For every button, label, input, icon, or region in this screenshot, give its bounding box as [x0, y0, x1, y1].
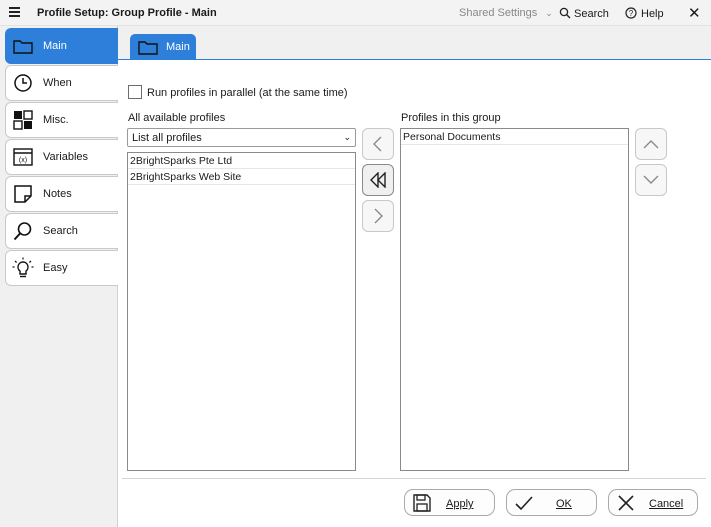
add-all-to-group-button[interactable] — [362, 164, 394, 196]
list-item[interactable]: 2BrightSparks Pte Ltd — [128, 153, 355, 169]
chevron-down-icon: ⌄ — [343, 132, 351, 142]
search-icon — [559, 7, 571, 19]
svg-text:(x): (x) — [19, 157, 27, 164]
sidebar-item-label: When — [43, 77, 72, 89]
sidebar-item-label: Variables — [43, 151, 89, 163]
apply-label: Apply — [446, 498, 474, 510]
folder-icon — [12, 35, 34, 57]
profile-filter-value: List all profiles — [132, 132, 202, 144]
sidebar: Main When Misc. (x) Variables Notes Sear… — [0, 26, 118, 527]
apply-button[interactable]: Apply — [404, 489, 495, 516]
cancel-x-icon — [618, 495, 634, 511]
footer-divider — [122, 478, 706, 479]
sidebar-item-label: Easy — [43, 262, 68, 274]
add-to-group-button[interactable] — [362, 128, 394, 160]
cancel-label: Cancel — [649, 498, 684, 510]
shared-settings-dropdown[interactable]: Shared Settings ⌄ — [459, 7, 553, 19]
chevron-down-icon: ⌄ — [545, 8, 553, 18]
sidebar-item-main[interactable]: Main — [5, 28, 118, 64]
note-icon — [12, 183, 34, 205]
close-button[interactable]: ✕ — [688, 4, 701, 22]
folder-icon — [137, 36, 159, 58]
close-icon: ✕ — [688, 5, 701, 22]
clock-icon — [12, 72, 34, 94]
chevron-left-icon — [373, 136, 382, 152]
sidebar-item-label: Search — [43, 225, 78, 237]
search-icon — [12, 220, 34, 242]
svg-text:?: ? — [629, 9, 634, 18]
parallel-checkbox-label[interactable]: Run profiles in parallel (at the same ti… — [147, 87, 348, 99]
chevron-up-icon — [643, 140, 659, 149]
tab-strip: Main — [118, 26, 711, 60]
variables-icon: (x) — [12, 146, 34, 168]
cancel-button[interactable]: Cancel — [608, 489, 698, 516]
list-item[interactable]: 2BrightSparks Web Site — [128, 169, 355, 185]
double-chevron-left-icon — [370, 172, 386, 188]
hamburger-menu-icon[interactable] — [9, 5, 27, 21]
save-disk-icon — [413, 494, 431, 512]
list-item[interactable]: Personal Documents — [401, 129, 628, 145]
move-down-button[interactable] — [635, 164, 667, 196]
sidebar-item-easy[interactable]: Easy — [5, 250, 118, 286]
available-profiles-list[interactable]: 2BrightSparks Pte Ltd 2BrightSparks Web … — [127, 152, 356, 471]
sidebar-item-label: Misc. — [43, 114, 69, 126]
parallel-checkbox[interactable] — [128, 85, 142, 99]
chevron-down-icon — [643, 175, 659, 184]
ok-label: OK — [556, 498, 572, 510]
lightbulb-icon — [12, 257, 34, 279]
tab-main[interactable]: Main — [130, 34, 196, 60]
help-icon: ? — [625, 7, 637, 19]
search-button[interactable]: Search — [559, 7, 609, 20]
sidebar-item-label: Main — [43, 40, 67, 52]
sidebar-item-notes[interactable]: Notes — [5, 176, 118, 212]
available-profiles-label: All available profiles — [128, 112, 226, 124]
group-profiles-label: Profiles in this group — [401, 112, 501, 124]
sidebar-item-when[interactable]: When — [5, 65, 118, 101]
help-button[interactable]: ? Help — [625, 7, 664, 20]
misc-grid-icon — [12, 109, 34, 131]
help-label: Help — [641, 8, 664, 20]
group-profiles-list[interactable]: Personal Documents — [400, 128, 629, 471]
remove-from-group-button[interactable] — [362, 200, 394, 232]
sidebar-item-label: Notes — [43, 188, 72, 200]
checkmark-icon — [515, 496, 533, 511]
sidebar-item-search[interactable]: Search — [5, 213, 118, 249]
window-title: Profile Setup: Group Profile - Main — [37, 7, 217, 19]
shared-settings-label: Shared Settings — [459, 7, 538, 19]
search-label: Search — [574, 8, 609, 20]
title-bar: Profile Setup: Group Profile - Main Shar… — [0, 0, 711, 26]
move-up-button[interactable] — [635, 128, 667, 160]
sidebar-item-variables[interactable]: (x) Variables — [5, 139, 118, 175]
sidebar-item-misc[interactable]: Misc. — [5, 102, 118, 138]
ok-button[interactable]: OK — [506, 489, 597, 516]
chevron-right-icon — [374, 208, 383, 224]
profile-filter-select[interactable]: List all profiles ⌄ — [127, 128, 356, 147]
tab-label: Main — [166, 41, 190, 53]
